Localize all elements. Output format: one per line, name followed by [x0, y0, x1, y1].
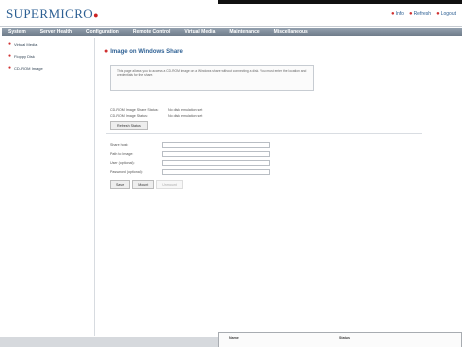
column-header-status: Status — [339, 336, 350, 340]
status-block: CD-ROM Image Share Status: No disk emula… — [110, 107, 202, 119]
info-link[interactable]: ● Info — [391, 11, 404, 17]
image-path-input[interactable] — [162, 151, 270, 157]
logout-link[interactable]: ● Logout — [436, 11, 456, 17]
overlay-panel: Name Status — [218, 332, 462, 347]
user-label: User (optional): — [110, 161, 135, 165]
image-path-label: Path to Image: — [110, 152, 134, 156]
column-header-name: Name — [229, 336, 239, 340]
form-buttons: Save Mount Unmount — [110, 180, 183, 189]
share-form: Share host: Path to Image: User (optiona… — [110, 141, 270, 177]
menu-bar: System Server Health Configuration Remot… — [2, 28, 462, 36]
info-box: This page allows you to access a CD-ROM … — [110, 65, 314, 91]
logo: SUPERMICRO● — [6, 6, 99, 21]
menu-item-system[interactable]: System — [2, 29, 33, 35]
info-icon: ● — [390, 11, 395, 17]
password-input[interactable] — [162, 169, 270, 175]
menu-item-miscellaneous[interactable]: Miscellaneous — [267, 29, 315, 35]
password-label: Password (optional): — [110, 170, 143, 174]
divider — [106, 133, 422, 134]
sidebar-item-cdrom-image[interactable]: ● CD-ROM Image — [2, 62, 94, 74]
share-host-input[interactable] — [162, 142, 270, 148]
header-links: ● Info ● Refresh ● Logout — [391, 11, 456, 17]
header: SUPERMICRO● ● Info ● Refresh ● Logout — [0, 4, 462, 27]
logout-icon: ● — [436, 11, 440, 17]
arrow-icon: ● — [8, 41, 12, 47]
status-row: CD-ROM Image Status: No disk emulation s… — [110, 114, 203, 118]
unmount-button[interactable]: Unmount — [156, 180, 183, 189]
refresh-status-button[interactable]: Refresh Status — [110, 121, 148, 130]
sidebar-item-floppy-disk[interactable]: ● Floppy Disk — [2, 50, 94, 62]
menu-item-server-health[interactable]: Server Health — [33, 29, 79, 35]
sidebar-item-virtual-media[interactable]: ● Virtual Media — [2, 38, 94, 50]
arrow-icon: ● — [8, 65, 12, 71]
page-title: ● Image on Windows Share — [104, 48, 183, 55]
menu-item-remote-control[interactable]: Remote Control — [126, 29, 178, 35]
menu-item-configuration[interactable]: Configuration — [79, 29, 126, 35]
title-icon: ● — [104, 48, 109, 55]
main-content: ● Image on Windows Share This page allow… — [96, 38, 460, 336]
refresh-icon: ● — [408, 11, 413, 17]
menu-item-virtual-media[interactable]: Virtual Media — [177, 29, 222, 35]
mount-button[interactable]: Mount — [132, 180, 155, 189]
save-button[interactable]: Save — [110, 180, 131, 189]
sidebar: ● Virtual Media ● Floppy Disk ● CD-ROM Imag… — [2, 38, 95, 336]
menu-item-maintenance[interactable]: Maintenance — [222, 29, 266, 35]
arrow-icon: ● — [8, 53, 12, 59]
refresh-link[interactable]: ● Refresh — [409, 11, 431, 17]
share-host-label: Share host: — [110, 143, 129, 147]
user-input[interactable] — [162, 160, 270, 166]
